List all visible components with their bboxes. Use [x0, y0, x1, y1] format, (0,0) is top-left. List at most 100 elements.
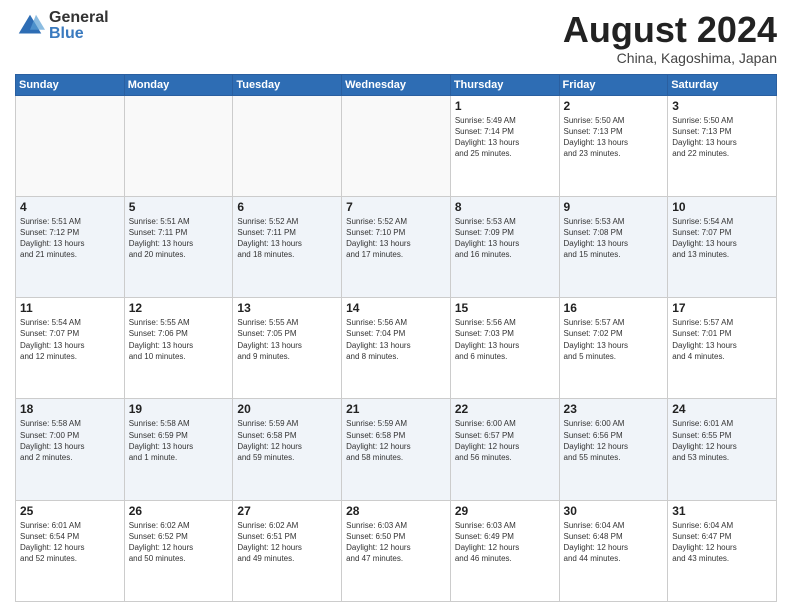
day-number: 22: [455, 402, 555, 416]
col-friday: Friday: [559, 74, 668, 95]
logo: General Blue: [15, 10, 109, 42]
table-row: 16Sunrise: 5:57 AM Sunset: 7:02 PM Dayli…: [559, 298, 668, 399]
logo-general-text: General: [49, 10, 109, 26]
day-info: Sunrise: 6:02 AM Sunset: 6:52 PM Dayligh…: [129, 520, 229, 565]
day-number: 21: [346, 402, 446, 416]
table-row: 11 Sunrise: 5:54 AM Sunset: 7:07 PM Dayli…: [16, 298, 125, 399]
table-row: 5 Sunrise: 5:51 AM Sunset: 7:11 PM Daylig…: [124, 196, 233, 297]
table-row: 27Sunrise: 6:02 AM Sunset: 6:51 PM Dayli…: [233, 500, 342, 601]
day-number: 7: [346, 200, 446, 214]
table-row: [16, 95, 125, 196]
day-number: 18: [20, 402, 120, 416]
day-info: Sunrise: 5:57 AM Sunset: 7:01 PM Dayligh…: [672, 317, 772, 362]
day-number: 4: [20, 200, 120, 214]
day-info: Sunrise: 5:53 AM Sunset: 7:09 PM Dayligh…: [455, 216, 555, 261]
day-number: 3: [672, 99, 772, 113]
table-row: 22 Sunrise: 6:00 AM Sunset: 6:57 PM Dayli…: [450, 399, 559, 500]
table-row: 13Sunrise: 5:55 AM Sunset: 7:05 PM Dayli…: [233, 298, 342, 399]
table-row: 7 Sunrise: 5:52 AM Sunset: 7:10 PM Daylig…: [342, 196, 451, 297]
day-info: Sunrise: 5:49 AM Sunset: 7:14 PM Dayligh…: [455, 115, 555, 160]
day-number: 6: [237, 200, 337, 214]
day-info: Sunrise: 5:55 AM Sunset: 7:06 PM Dayligh…: [129, 317, 229, 362]
day-info: Sunrise: 5:52 AM Sunset: 7:11 PM Dayligh…: [237, 216, 337, 261]
day-number: 12: [129, 301, 229, 315]
day-info: Sunrise: 5:59 AM Sunset: 6:58 PM Dayligh…: [237, 418, 337, 463]
header: General Blue August 2024 China, Kagoshim…: [15, 10, 777, 66]
day-info: Sunrise: 6:02 AM Sunset: 6:51 PM Dayligh…: [237, 520, 337, 565]
table-row: 23Sunrise: 6:00 AM Sunset: 6:56 PM Dayli…: [559, 399, 668, 500]
day-number: 26: [129, 504, 229, 518]
logo-text: General Blue: [49, 10, 109, 42]
table-row: 4Sunrise: 5:51 AM Sunset: 7:12 PM Daylig…: [16, 196, 125, 297]
table-row: 6 Sunrise: 5:52 AM Sunset: 7:11 PM Daylig…: [233, 196, 342, 297]
day-number: 25: [20, 504, 120, 518]
table-row: 17 Sunrise: 5:57 AM Sunset: 7:01 PM Dayli…: [668, 298, 777, 399]
calendar-week-row: 1 Sunrise: 5:49 AM Sunset: 7:14 PM Daylig…: [16, 95, 777, 196]
day-number: 8: [455, 200, 555, 214]
day-number: 14: [346, 301, 446, 315]
table-row: [342, 95, 451, 196]
logo-icon: [15, 11, 45, 41]
day-info: Sunrise: 6:00 AM Sunset: 6:57 PM Dayligh…: [455, 418, 555, 463]
day-info: Sunrise: 6:04 AM Sunset: 6:48 PM Dayligh…: [564, 520, 664, 565]
col-saturday: Saturday: [668, 74, 777, 95]
day-info: Sunrise: 5:51 AM Sunset: 7:11 PM Dayligh…: [129, 216, 229, 261]
day-info: Sunrise: 5:56 AM Sunset: 7:03 PM Dayligh…: [455, 317, 555, 362]
col-monday: Monday: [124, 74, 233, 95]
calendar-table: Sunday Monday Tuesday Wednesday Thursday…: [15, 74, 777, 602]
day-number: 15: [455, 301, 555, 315]
table-row: 31 Sunrise: 6:04 AM Sunset: 6:47 PM Dayli…: [668, 500, 777, 601]
day-info: Sunrise: 5:58 AM Sunset: 6:59 PM Dayligh…: [129, 418, 229, 463]
table-row: 10 Sunrise: 5:54 AM Sunset: 7:07 PM Dayli…: [668, 196, 777, 297]
day-info: Sunrise: 5:56 AM Sunset: 7:04 PM Dayligh…: [346, 317, 446, 362]
table-row: 19Sunrise: 5:58 AM Sunset: 6:59 PM Dayli…: [124, 399, 233, 500]
table-row: 12 Sunrise: 5:55 AM Sunset: 7:06 PM Dayli…: [124, 298, 233, 399]
day-number: 5: [129, 200, 229, 214]
table-row: 20 Sunrise: 5:59 AM Sunset: 6:58 PM Dayli…: [233, 399, 342, 500]
table-row: 26 Sunrise: 6:02 AM Sunset: 6:52 PM Dayli…: [124, 500, 233, 601]
table-row: 1 Sunrise: 5:49 AM Sunset: 7:14 PM Daylig…: [450, 95, 559, 196]
day-number: 10: [672, 200, 772, 214]
day-number: 9: [564, 200, 664, 214]
table-row: 15 Sunrise: 5:56 AM Sunset: 7:03 PM Dayli…: [450, 298, 559, 399]
table-row: 8 Sunrise: 5:53 AM Sunset: 7:09 PM Daylig…: [450, 196, 559, 297]
day-info: Sunrise: 5:54 AM Sunset: 7:07 PM Dayligh…: [20, 317, 120, 362]
col-thursday: Thursday: [450, 74, 559, 95]
day-number: 20: [237, 402, 337, 416]
day-info: Sunrise: 5:55 AM Sunset: 7:05 PM Dayligh…: [237, 317, 337, 362]
logo-blue-text: Blue: [49, 26, 109, 42]
day-info: Sunrise: 5:58 AM Sunset: 7:00 PM Dayligh…: [20, 418, 120, 463]
day-number: 31: [672, 504, 772, 518]
location-subtitle: China, Kagoshima, Japan: [563, 50, 777, 66]
col-wednesday: Wednesday: [342, 74, 451, 95]
day-info: Sunrise: 5:59 AM Sunset: 6:58 PM Dayligh…: [346, 418, 446, 463]
table-row: 21 Sunrise: 5:59 AM Sunset: 6:58 PM Dayli…: [342, 399, 451, 500]
col-sunday: Sunday: [16, 74, 125, 95]
day-number: 1: [455, 99, 555, 113]
day-number: 17: [672, 301, 772, 315]
day-info: Sunrise: 6:03 AM Sunset: 6:49 PM Dayligh…: [455, 520, 555, 565]
day-number: 29: [455, 504, 555, 518]
day-info: Sunrise: 6:04 AM Sunset: 6:47 PM Dayligh…: [672, 520, 772, 565]
calendar-week-row: 11 Sunrise: 5:54 AM Sunset: 7:07 PM Dayli…: [16, 298, 777, 399]
page: General Blue August 2024 China, Kagoshim…: [0, 0, 792, 612]
calendar-week-row: 25 Sunrise: 6:01 AM Sunset: 6:54 PM Dayli…: [16, 500, 777, 601]
table-row: 9Sunrise: 5:53 AM Sunset: 7:08 PM Daylig…: [559, 196, 668, 297]
table-row: [233, 95, 342, 196]
table-row: 29 Sunrise: 6:03 AM Sunset: 6:49 PM Dayli…: [450, 500, 559, 601]
calendar-header-row: Sunday Monday Tuesday Wednesday Thursday…: [16, 74, 777, 95]
day-number: 11: [20, 301, 120, 315]
day-info: Sunrise: 5:54 AM Sunset: 7:07 PM Dayligh…: [672, 216, 772, 261]
table-row: 30Sunrise: 6:04 AM Sunset: 6:48 PM Dayli…: [559, 500, 668, 601]
table-row: 3 Sunrise: 5:50 AM Sunset: 7:13 PM Daylig…: [668, 95, 777, 196]
table-row: 18 Sunrise: 5:58 AM Sunset: 7:00 PM Dayli…: [16, 399, 125, 500]
table-row: 2Sunrise: 5:50 AM Sunset: 7:13 PM Daylig…: [559, 95, 668, 196]
day-info: Sunrise: 5:50 AM Sunset: 7:13 PM Dayligh…: [672, 115, 772, 160]
day-number: 28: [346, 504, 446, 518]
day-info: Sunrise: 6:01 AM Sunset: 6:54 PM Dayligh…: [20, 520, 120, 565]
table-row: [124, 95, 233, 196]
table-row: 14 Sunrise: 5:56 AM Sunset: 7:04 PM Dayli…: [342, 298, 451, 399]
col-tuesday: Tuesday: [233, 74, 342, 95]
day-info: Sunrise: 5:52 AM Sunset: 7:10 PM Dayligh…: [346, 216, 446, 261]
day-number: 2: [564, 99, 664, 113]
